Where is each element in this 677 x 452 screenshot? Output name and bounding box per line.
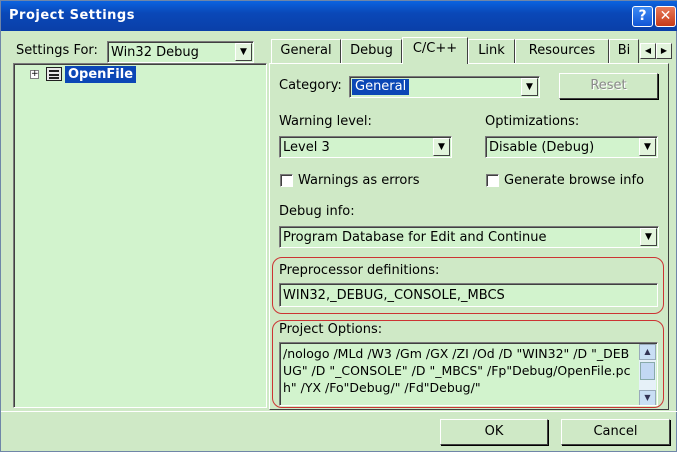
warnings-as-errors-label[interactable]: Warnings as errors (298, 173, 419, 188)
chevron-down-icon[interactable]: ▼ (235, 43, 252, 61)
settings-for-dropdown[interactable]: Win32 Debug ▼ (107, 41, 254, 63)
warning-level-value: Level 3 (283, 140, 330, 155)
tab-cpp[interactable]: C/C++ (402, 37, 468, 64)
project-tree[interactable]: + OpenFile (13, 63, 267, 408)
tab-scroll-right-icon[interactable]: ▶ (656, 43, 672, 59)
tab-scroll-left-icon[interactable]: ◀ (640, 43, 656, 59)
preprocessor-input[interactable]: WIN32,_DEBUG,_CONSOLE,_MBCS (279, 283, 658, 307)
tab-general[interactable]: General (271, 39, 341, 63)
chevron-down-icon[interactable]: ▼ (521, 78, 538, 96)
preprocessor-label: Preprocessor definitions: (279, 263, 440, 278)
optimizations-value: Disable (Debug) (489, 140, 595, 155)
title-bar[interactable]: Project Settings ? ✕ (1, 1, 677, 31)
project-settings-dialog: Project Settings ? ✕ Settings For: Win32… (0, 0, 677, 452)
scroll-down-icon[interactable]: ▼ (639, 390, 656, 405)
project-options-value: /nologo /MLd /W3 /Gm /GX /ZI /Od /D "WIN… (283, 346, 631, 395)
optimizations-dropdown[interactable]: Disable (Debug) ▼ (485, 136, 658, 158)
preprocessor-value: WIN32,_DEBUG,_CONSOLE,_MBCS (283, 288, 505, 303)
scroll-up-icon[interactable]: ▲ (639, 344, 656, 360)
debug-info-value: Program Database for Edit and Continue (283, 230, 547, 245)
tab-debug[interactable]: Debug (341, 39, 402, 63)
project-options-scrollbar[interactable]: ▲ ▼ (639, 344, 656, 405)
close-button[interactable]: ✕ (655, 6, 676, 27)
reset-button[interactable]: Reset (559, 73, 658, 99)
help-button[interactable]: ? (632, 6, 653, 27)
settings-for-value: Win32 Debug (111, 45, 199, 60)
settings-for-label: Settings For: (16, 43, 98, 58)
chevron-down-icon[interactable]: ▼ (639, 138, 656, 156)
ok-button[interactable]: OK (440, 419, 548, 445)
optimizations-label: Optimizations: (485, 114, 580, 129)
chevron-down-icon[interactable]: ▼ (433, 138, 450, 156)
window-title: Project Settings (9, 8, 135, 23)
tab-browse-info[interactable]: Bi (609, 39, 639, 63)
scroll-thumb[interactable] (640, 362, 655, 380)
category-label: Category: (279, 78, 342, 93)
warnings-as-errors-checkbox[interactable] (280, 174, 293, 187)
tab-resources[interactable]: Resources (515, 39, 609, 63)
warning-level-label: Warning level: (279, 114, 372, 129)
project-options-textarea[interactable]: /nologo /MLd /W3 /Gm /GX /ZI /Od /D "WIN… (279, 342, 658, 406)
debug-info-label: Debug info: (279, 204, 355, 219)
generate-browse-info-checkbox[interactable] (486, 174, 499, 187)
debug-info-dropdown[interactable]: Program Database for Edit and Continue ▼ (279, 226, 659, 248)
project-icon (46, 67, 62, 81)
tab-link[interactable]: Link (468, 39, 515, 63)
expand-icon[interactable]: + (30, 70, 39, 79)
tab-strip: General Debug C/C++ Link Resources Bi ◀ … (269, 37, 672, 64)
footer-separator (1, 411, 677, 412)
generate-browse-info-label[interactable]: Generate browse info (504, 173, 644, 188)
tree-item-openfile[interactable]: OpenFile (65, 66, 137, 83)
category-dropdown[interactable]: General ▼ (349, 76, 540, 98)
project-options-label: Project Options: (279, 322, 383, 337)
category-value: General (352, 79, 410, 95)
chevron-down-icon[interactable]: ▼ (640, 228, 657, 246)
cancel-button[interactable]: Cancel (561, 419, 670, 445)
warning-level-dropdown[interactable]: Level 3 ▼ (279, 136, 452, 158)
